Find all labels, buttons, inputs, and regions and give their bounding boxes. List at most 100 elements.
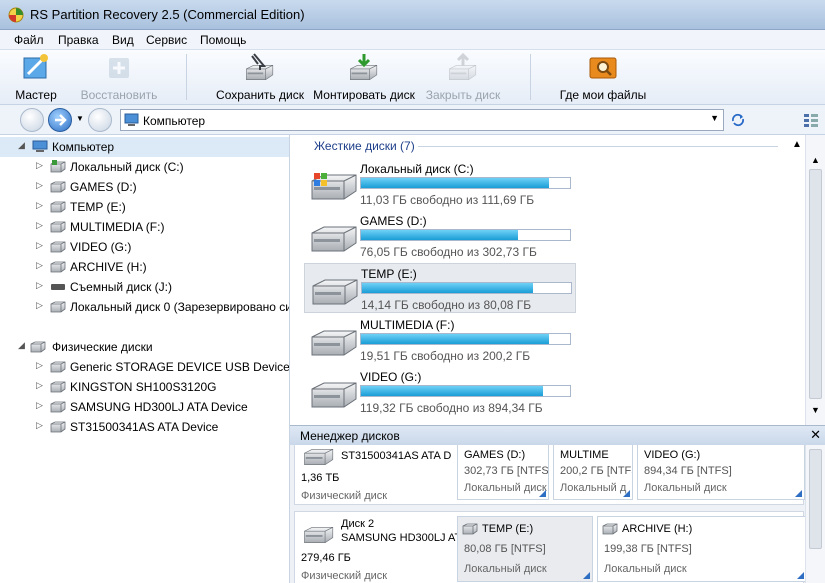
menu-edit[interactable]: Правка [58,33,99,47]
tree-item-drive[interactable]: ▷ Локальный диск (C:) [0,157,289,177]
group-header-hard-disks[interactable]: Жесткие диски (7) [314,139,415,153]
drives-pane: Жесткие диски (7) ▲ Локальный диск (C:) … [290,135,825,425]
tree-item-drive[interactable]: ▷ ARCHIVE (H:) [0,257,289,277]
window-title: RS Partition Recovery 2.5 (Commercial Ed… [30,7,305,22]
partition-block[interactable]: GAMES (D:) 302,73 ГБ [NTFS] Локальный ди… [457,445,549,500]
physical-disk-row[interactable]: ST31500341AS ATA D 1,36 ТБ Физический ди… [294,445,805,505]
tree-item-physical[interactable]: ▷ KINGSTON SH100S3120G [0,377,289,397]
history-dropdown-icon[interactable]: ▼ [76,114,84,123]
expand-arrow-icon[interactable]: ▷ [36,240,43,251]
hard-drive-icon [602,523,618,535]
expand-arrow-icon[interactable]: ▷ [36,220,43,231]
close-disk-icon [449,52,477,81]
hard-drive-icon [50,221,66,233]
disk-manager: ST31500341AS ATA D 1,36 ТБ Физический ди… [290,445,825,583]
drives-scrollbar[interactable]: ▲ ▼ [805,135,825,425]
drive-card[interactable]: Локальный диск (C:) 11,03 ГБ свободно из… [304,159,576,209]
restore-icon [109,58,129,78]
collapse-group-icon[interactable]: ▲ [792,139,802,150]
expand-arrow-icon[interactable]: ▷ [36,360,43,371]
computer-icon [124,113,139,126]
expand-arrow-icon[interactable]: ▷ [36,280,43,291]
address-dropdown-icon[interactable]: ▼ [710,113,719,123]
refresh-icon[interactable] [730,113,746,127]
partition-block[interactable]: VIDEO (G:) 894,34 ГБ [NTFS] Локальный ди… [637,445,805,500]
hard-drive-icon [30,341,46,353]
tree-item-drive[interactable]: ▷ TEMP (E:) [0,197,289,217]
drive-card[interactable]: VIDEO (G:) 119,32 ГБ свободно из 894,34 … [304,367,576,417]
physical-disk-row[interactable]: Диск 2 SAMSUNG HD300LJ AT 279,46 ГБ Физи… [294,511,807,583]
toolbar: Мастер Восстановить Сохранить диск Монти… [0,50,825,105]
tree-item-drive[interactable]: ▷ GAMES (D:) [0,177,289,197]
where-my-files-button[interactable]: Где мои файлы [556,52,650,102]
expand-arrow-icon[interactable]: ▷ [36,420,43,431]
expand-arrow-icon[interactable]: ▷ [36,200,43,211]
tree-item-physical[interactable]: ▷ SAMSUNG HD300LJ ATA Device [0,397,289,417]
drive-card[interactable]: GAMES (D:) 76,05 ГБ свободно из 302,73 Г… [304,211,576,261]
tree-item-physical-disks[interactable]: ◢ Физические диски [0,337,289,357]
expand-arrow-icon[interactable]: ▷ [36,180,43,191]
scroll-thumb[interactable] [809,449,822,549]
scroll-thumb[interactable] [809,169,822,399]
hard-drive-icon [308,329,358,357]
hard-drive-icon [50,301,66,313]
tree-item-computer[interactable]: ◢ Компьютер [0,137,289,157]
windows-drive-icon [308,173,358,201]
collapse-arrow-icon[interactable]: ◢ [18,340,25,351]
restore-button[interactable]: Восстановить [78,52,160,102]
scroll-down-icon[interactable]: ▼ [811,405,820,415]
back-button[interactable] [20,108,44,132]
drive-card[interactable]: TEMP (E:) 14,14 ГБ свободно из 80,08 ГБ [304,263,576,313]
hard-drive-icon [50,261,66,273]
hard-drive-icon [50,381,66,393]
windows-drive-icon [50,160,66,173]
tree-item-drive[interactable]: ▷ Съемный диск (J:) [0,277,289,297]
expand-arrow-icon[interactable]: ▷ [36,160,43,171]
hard-drive-icon [309,278,359,306]
collapse-arrow-icon[interactable]: ◢ [18,140,25,151]
save-disk-button[interactable]: Сохранить диск [214,52,306,102]
up-button[interactable] [88,108,112,132]
hard-drive-icon [50,421,66,433]
scroll-up-icon[interactable]: ▲ [811,155,820,165]
usage-bar [361,282,572,294]
hard-drive-icon [462,523,478,535]
expand-arrow-icon[interactable]: ▷ [36,260,43,271]
address-field[interactable]: Компьютер ▼ [120,109,724,131]
usage-bar [360,333,571,345]
mount-disk-button[interactable]: Монтировать диск [312,52,416,102]
mount-disk-icon [350,54,378,81]
tree-item-drive[interactable]: ▷ MULTIMEDIA (F:) [0,217,289,237]
forward-button[interactable] [48,108,72,132]
close-icon[interactable]: ✕ [810,427,821,443]
app-icon [8,7,24,23]
drive-card[interactable]: MULTIMEDIA (F:) 19,51 ГБ свободно из 200… [304,315,576,365]
view-options-icon[interactable] [803,112,819,128]
tree-item-physical[interactable]: ▷ Generic STORAGE DEVICE USB Device [0,357,289,377]
tree-item-drive[interactable]: ▷ Локальный диск 0 (Зарезервировано си [0,297,289,317]
partition-block[interactable]: ARCHIVE (H:) 199,38 ГБ [NTFS] Локальный … [597,516,807,582]
close-disk-button[interactable]: Закрыть диск [424,52,502,102]
expand-arrow-icon[interactable]: ▷ [36,380,43,391]
expand-arrow-icon[interactable]: ▷ [36,400,43,411]
address-bar: ▼ Компьютер ▼ [0,105,825,135]
hard-drive-icon [301,448,335,466]
hard-drive-icon [308,381,358,409]
partition-block[interactable]: MULTIME 200,2 ГБ [NTFS] Локальный д [553,445,633,500]
expand-arrow-icon[interactable]: ▷ [36,300,43,311]
usage-bar [360,385,571,397]
menu-tools[interactable]: Сервис [146,33,187,47]
disk-manager-scrollbar[interactable] [805,445,825,583]
disk-manager-header: Менеджер дисков ✕ [290,425,825,445]
menu-file[interactable]: Файл [14,33,44,47]
partition-block[interactable]: TEMP (E:) 80,08 ГБ [NTFS] Локальный диск [457,516,593,582]
menu-view[interactable]: Вид [112,33,134,47]
hard-drive-icon [50,401,66,413]
folder-tree: ◢ Компьютер ▷ Локальный диск (C:) ▷ GAME… [0,135,290,583]
tree-item-drive[interactable]: ▷ VIDEO (G:) [0,237,289,257]
title-bar: RS Partition Recovery 2.5 (Commercial Ed… [0,0,825,30]
tree-item-physical[interactable]: ▷ ST31500341AS ATA Device [0,417,289,437]
removable-drive-icon [51,284,65,290]
menu-help[interactable]: Помощь [200,33,246,47]
wizard-button[interactable]: Мастер [10,52,62,102]
